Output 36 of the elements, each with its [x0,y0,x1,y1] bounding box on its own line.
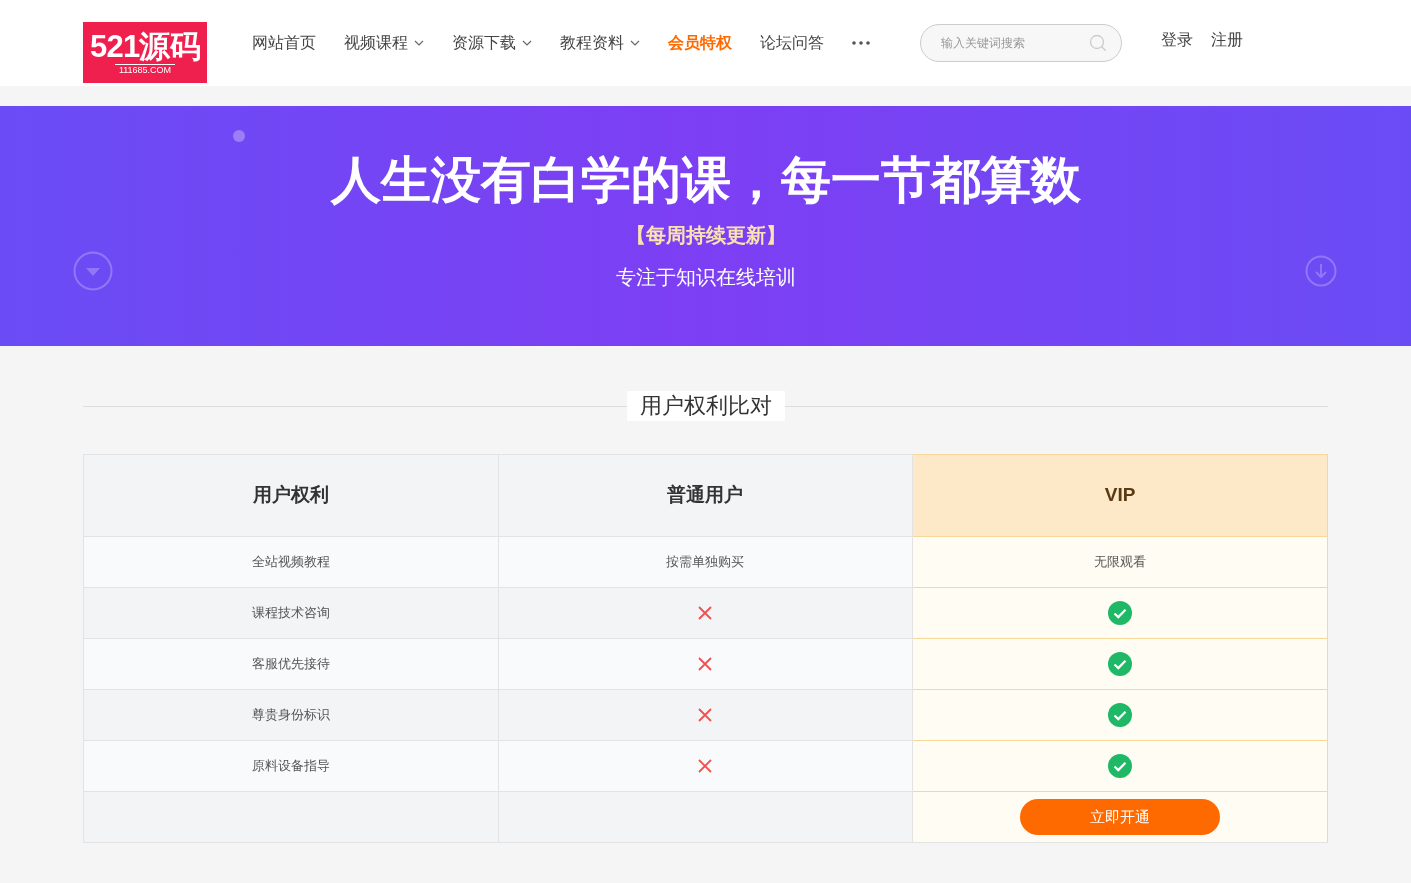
search-field[interactable]: 输入关键词搜索 [920,24,1122,62]
cell-text: 按需单独购买 [666,553,745,572]
cell-text: 课程技术咨询 [251,604,330,623]
banner-title: 人生没有白学的课，每一节都算数 [330,151,1081,210]
account-link[interactable]: 注册 [1211,28,1243,52]
banner-tagline: 【每周持续更新】 [625,223,786,248]
check-icon [1108,703,1133,727]
cross-icon [697,656,714,672]
cross-icon [697,758,714,774]
nav-link[interactable]: 网站首页 [252,31,316,55]
column-header: 普通用户 [667,483,744,508]
cell-text: 尊贵身份标识 [251,706,330,725]
check-icon [1108,754,1133,778]
nav-link[interactable]: 视频课程 [344,31,424,55]
nav-link[interactable]: 教程资料 [560,31,640,55]
logo[interactable]: 521源码 111685.COM [83,22,207,83]
cross-icon [697,707,714,723]
cell-text: 客服优先接待 [251,655,330,674]
check-icon [1108,601,1133,625]
more-icon[interactable] [852,41,870,45]
column-header: 用户权利 [252,483,329,508]
circle-decoration-icon [233,130,245,142]
cell-text: 无限观看 [1094,553,1147,572]
account-link[interactable]: 登录 [1161,28,1193,52]
cell-text: 全站视频教程 [251,553,330,572]
nav-link[interactable]: 论坛问答 [760,31,824,55]
cross-icon [697,605,714,621]
check-icon [1108,652,1133,676]
cell-text: 原料设备指导 [251,757,330,776]
section-heading: 用户权利比对 [626,391,785,421]
download-circle-icon [1305,255,1337,287]
logo-domain: 111685.COM [114,63,176,76]
logo-mark: 521源码 [90,29,200,64]
banner-subtitle: 专注于知识在线培训 [615,265,796,290]
column-header: VIP [1104,483,1136,508]
nav-link[interactable]: 资源下载 [452,31,532,55]
